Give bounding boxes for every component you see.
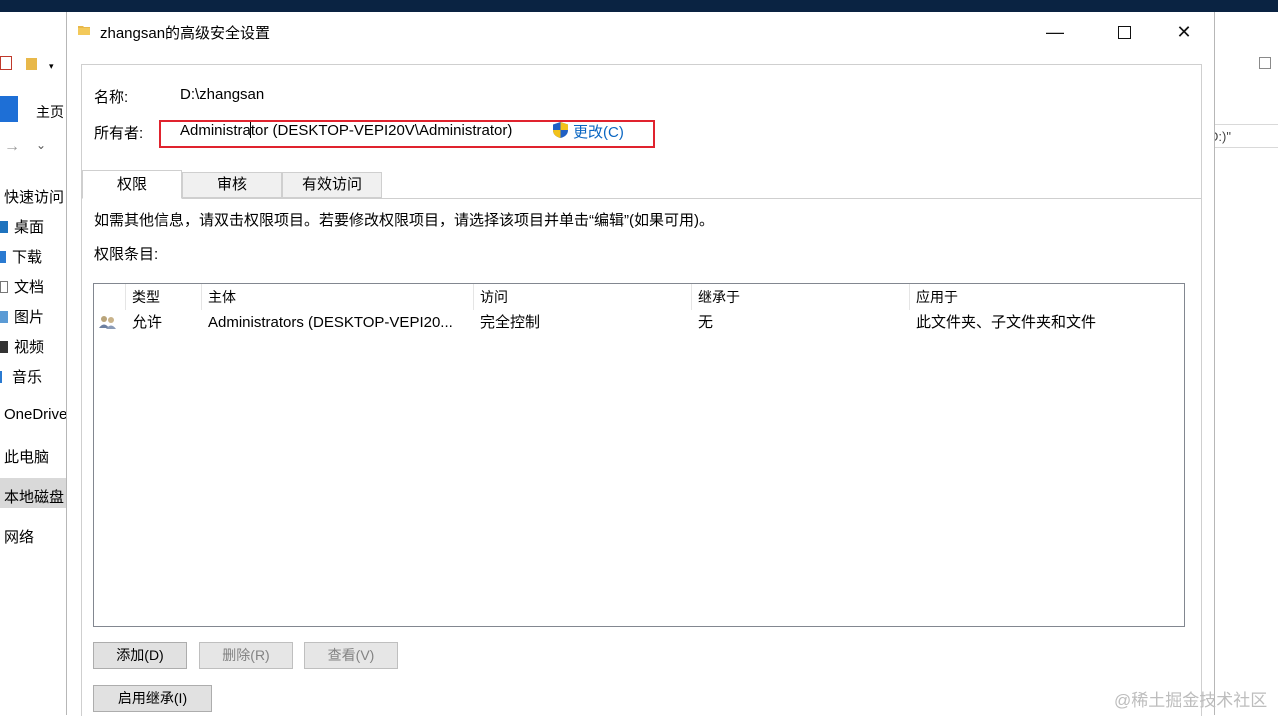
document-icon bbox=[0, 281, 8, 293]
picture-icon bbox=[0, 311, 8, 323]
column-header-access[interactable]: 访问 bbox=[474, 284, 692, 310]
folder-icon bbox=[78, 26, 90, 35]
maximize-icon bbox=[1117, 25, 1131, 39]
nav-network[interactable]: 网络 bbox=[4, 526, 34, 547]
dialog-client-area: 名称: D:\zhangsan 所有者: Administrator (DESK… bbox=[81, 64, 1202, 716]
nav-videos[interactable]: 视频 bbox=[0, 336, 44, 357]
folder-icon bbox=[26, 58, 37, 70]
remove-button[interactable]: 删除(R) bbox=[199, 642, 293, 669]
cell-inherited-from: 无 bbox=[698, 314, 714, 331]
desktop-background bbox=[0, 0, 1278, 12]
explorer-window: ▾ 主页 → ⌄ 快速访问 桌面 下载 文档 图片 视频 音乐 OneDrive… bbox=[0, 12, 67, 715]
tab-auditing[interactable]: 审核 bbox=[182, 172, 282, 198]
add-button[interactable]: 添加(D) bbox=[93, 642, 187, 669]
minimize-button[interactable]: — bbox=[1032, 12, 1078, 52]
nav-local-disk[interactable]: 本地磁盘 bbox=[4, 486, 64, 507]
music-icon bbox=[0, 371, 6, 383]
dropdown-arrow-icon[interactable]: ▾ bbox=[49, 61, 54, 72]
column-header-applies-to[interactable]: 应用于 bbox=[910, 284, 1184, 310]
nav-documents[interactable]: 文档 bbox=[0, 276, 44, 297]
ribbon-tab-home[interactable]: 主页 bbox=[36, 102, 64, 122]
file-tab-marker[interactable] bbox=[0, 96, 18, 122]
cell-principal: Administrators (DESKTOP-VEPI20... bbox=[208, 314, 453, 331]
column-header-inherited-from[interactable]: 继承于 bbox=[692, 284, 910, 310]
nav-downloads[interactable]: 下载 bbox=[0, 246, 42, 267]
maximize-icon[interactable] bbox=[1259, 57, 1271, 69]
enable-inheritance-button[interactable]: 启用继承(I) bbox=[93, 685, 212, 712]
view-button[interactable]: 查看(V) bbox=[304, 642, 398, 669]
column-header-type[interactable]: 类型 bbox=[126, 284, 202, 310]
tab-strip-border bbox=[82, 198, 1201, 199]
tab-effective-access[interactable]: 有效访问 bbox=[282, 172, 382, 198]
maximize-button[interactable] bbox=[1101, 12, 1147, 52]
cell-access: 完全控制 bbox=[480, 314, 541, 331]
permission-entries-label: 权限条目: bbox=[94, 246, 159, 263]
column-header-icon[interactable] bbox=[94, 284, 126, 310]
title-bar[interactable]: zhangsan的高级安全设置 — ✕ bbox=[67, 12, 1214, 52]
close-button[interactable]: ✕ bbox=[1161, 12, 1207, 52]
column-header-principal[interactable]: 主体 bbox=[202, 284, 474, 310]
uac-shield-icon bbox=[553, 122, 568, 138]
owner-label: 所有者: bbox=[94, 125, 144, 142]
cell-applies-to: 此文件夹、子文件夹和文件 bbox=[916, 314, 1097, 331]
download-icon bbox=[0, 251, 6, 263]
checkbox-icon bbox=[0, 56, 12, 70]
watermark: @稀土掘金技术社区 bbox=[1114, 691, 1268, 710]
name-value: D:\zhangsan bbox=[180, 86, 265, 103]
explorer-window-right bbox=[1213, 12, 1278, 715]
text-cursor bbox=[250, 122, 251, 138]
name-label: 名称: bbox=[94, 89, 129, 106]
users-icon bbox=[99, 316, 116, 329]
forward-arrow-icon[interactable]: → bbox=[4, 138, 20, 156]
nav-pictures[interactable]: 图片 bbox=[0, 306, 44, 327]
desktop-icon bbox=[0, 221, 8, 233]
dialog-title: zhangsan的高级安全设置 bbox=[100, 25, 271, 42]
permission-entries-list[interactable]: 类型 主体 访问 继承于 应用于 允许 Administrators (DESK… bbox=[93, 283, 1185, 627]
change-owner-link[interactable]: 更改(C) bbox=[573, 121, 624, 142]
nav-music[interactable]: 音乐 bbox=[0, 366, 42, 387]
nav-this-pc[interactable]: 此电脑 bbox=[4, 446, 49, 467]
nav-desktop[interactable]: 桌面 bbox=[0, 216, 44, 237]
video-icon bbox=[0, 341, 8, 353]
nav-quick-access[interactable]: 快速访问 bbox=[4, 186, 64, 207]
advanced-security-dialog: zhangsan的高级安全设置 — ✕ 名称: D:\zhangsan 所有者:… bbox=[66, 12, 1215, 716]
tab-permissions[interactable]: 权限 bbox=[82, 170, 182, 199]
recent-dropdown-icon[interactable]: ⌄ bbox=[36, 138, 46, 152]
nav-onedrive[interactable]: OneDrive bbox=[4, 406, 67, 423]
info-text: 如需其他信息，请双击权限项目。若要修改权限项目，请选择该项目并单击“编辑”(如果… bbox=[94, 212, 714, 229]
cell-type: 允许 bbox=[132, 314, 163, 331]
